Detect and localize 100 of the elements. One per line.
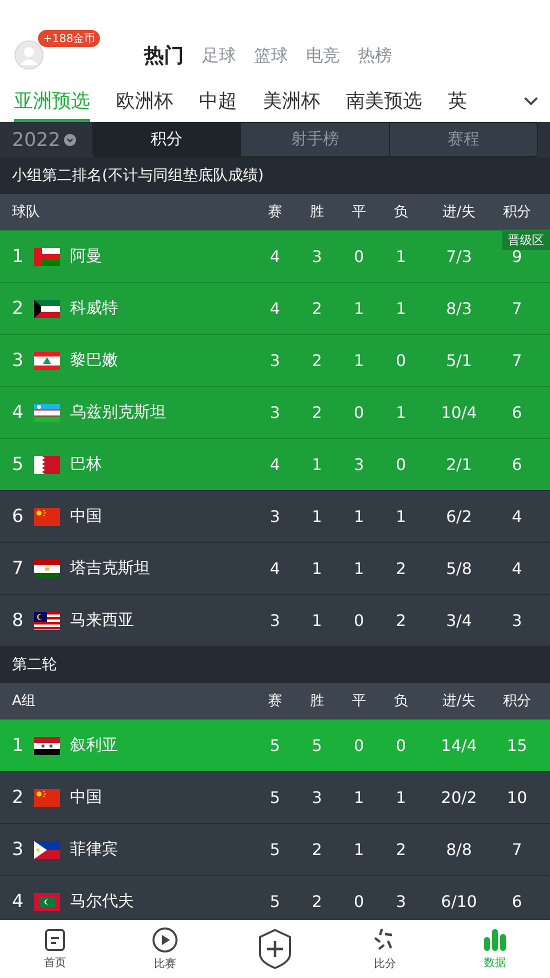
column-header: A组 — [11, 692, 37, 710]
table-cell-text: 0 — [352, 611, 366, 630]
flag-icon — [34, 352, 60, 370]
table-cell-text: 14/4 — [440, 736, 478, 755]
dropdown-icon[interactable] — [64, 134, 76, 146]
season-selector[interactable]: 2022 — [12, 128, 60, 150]
column-header: 进/失 — [442, 203, 476, 221]
table-cell-text: 1 — [310, 507, 324, 526]
league-tab[interactable]: 美洲杯 — [263, 80, 320, 122]
table-cell-text: 3 — [310, 247, 324, 266]
column-header: 积分 — [502, 203, 532, 221]
rank: 1 — [12, 246, 24, 267]
table-cell-text: 0 — [394, 351, 408, 370]
view-tab[interactable]: 积分 — [93, 123, 240, 156]
table-cell-text: 2 — [310, 299, 324, 318]
table-cell-text: 5 — [310, 736, 324, 755]
league-tab[interactable]: 中超 — [199, 80, 237, 122]
table-cell-text: 7 — [510, 299, 524, 318]
table-cell-text: 4 — [268, 247, 282, 266]
qualified-row[interactable]: 1 阿曼 4 3 0 1 7/3 9 晋级区 — [0, 230, 550, 282]
table-cell-text: 0 — [352, 403, 366, 422]
column-header: 负 — [393, 203, 409, 221]
view-tab[interactable]: 赛程 — [388, 123, 537, 156]
flag-icon — [34, 788, 60, 806]
flag-icon — [34, 560, 60, 578]
view-tab[interactable]: 射手榜 — [240, 123, 389, 156]
coins-badge: +188金币 — [38, 30, 100, 47]
category-tab[interactable]: 热门 — [144, 42, 184, 68]
table-cell-text: 1 — [394, 403, 408, 422]
table-cell-text: 3 — [268, 507, 282, 526]
team-row[interactable]: 7 塔吉克斯坦 4 1 1 2 5/8 4 — [0, 542, 550, 594]
chevron-down-icon[interactable] — [524, 96, 538, 106]
play-icon — [152, 927, 178, 953]
table-cell-text: 0 — [394, 736, 408, 755]
table-cell-text: 0 — [352, 892, 366, 911]
qualified-badge: 晋级区 — [502, 231, 550, 250]
table-cell-text: 4 — [268, 559, 282, 578]
nav-tab[interactable]: 比分 — [374, 956, 396, 971]
column-header: 积分 — [502, 692, 532, 710]
table-cell-text: 4 — [268, 455, 282, 474]
flag-icon — [34, 456, 60, 474]
table-cell-text: 4 — [510, 507, 524, 526]
table-cell-text: 0 — [352, 736, 366, 755]
table-cell-text: 1 — [310, 611, 324, 630]
team-name: 马尔代夫 — [70, 891, 134, 912]
flag-icon — [34, 612, 60, 630]
table-cell-text: 10 — [506, 788, 528, 807]
column-header: 平 — [351, 203, 367, 221]
table-cell-text: 3 — [352, 455, 366, 474]
nav-tab[interactable]: 首页 — [44, 955, 66, 970]
table-cell-text: 2 — [310, 892, 324, 911]
league-tab[interactable]: 南美预选 — [346, 80, 422, 122]
column-header: 平 — [351, 692, 367, 710]
table-cell-text: 1 — [352, 351, 366, 370]
table-cell-text: 1 — [394, 247, 408, 266]
league-tab[interactable]: 欧洲杯 — [116, 80, 173, 122]
flag-icon — [34, 248, 60, 266]
table-cell-text: 1 — [352, 559, 366, 578]
table-cell-text: 2 — [310, 403, 324, 422]
table-cell-text: 1 — [352, 507, 366, 526]
table-cell-text: 15 — [506, 736, 528, 755]
column-header: 球队 — [11, 203, 41, 221]
table-cell-text: 3/4 — [445, 611, 473, 630]
team-row[interactable]: 2 中国 5 3 1 1 20/2 10 — [0, 771, 550, 823]
rank: 2 — [12, 298, 24, 319]
table-cell-text: 4 — [268, 299, 282, 318]
league-tab[interactable]: 英 — [448, 80, 467, 122]
rank: 4 — [12, 891, 24, 912]
team-name: 叙利亚 — [70, 735, 118, 756]
team-name: 科威特 — [70, 298, 118, 319]
flag-icon — [34, 840, 60, 858]
team-name: 乌兹别克斯坦 — [70, 402, 166, 423]
table-cell-text: 6/10 — [440, 892, 478, 911]
table-cell-text: 0 — [394, 455, 408, 474]
table-cell-text: 7 — [510, 351, 524, 370]
table-cell-text: 0 — [352, 247, 366, 266]
table-cell-text: 1 — [394, 788, 408, 807]
shield-plus-icon[interactable] — [258, 928, 292, 970]
table-cell-text: 8/8 — [445, 840, 473, 859]
team-row[interactable]: 4 马尔代夫 5 2 0 3 6/10 6 — [0, 875, 550, 920]
column-header: 胜 — [309, 203, 325, 221]
table-cell-text: 5 — [268, 892, 282, 911]
rank: 4 — [12, 402, 24, 423]
team-row[interactable]: 6 中国 3 1 1 1 6/2 4 — [0, 490, 550, 542]
team-row[interactable]: 3 菲律宾 5 2 1 2 8/8 7 — [0, 823, 550, 875]
table-cell-text: 2 — [310, 840, 324, 859]
avatar-icon[interactable] — [14, 40, 44, 70]
table-cell-text: 2/1 — [445, 455, 473, 474]
table-cell-text: 1 — [310, 455, 324, 474]
nav-tab[interactable]: 比赛 — [154, 956, 176, 971]
team-row[interactable]: 8 马来西亚 3 1 0 2 3/4 3 — [0, 594, 550, 646]
team-name: 菲律宾 — [70, 839, 118, 860]
table-cell-text: 5 — [268, 736, 282, 755]
table-cell-text: 2 — [394, 559, 408, 578]
column-header: 负 — [393, 692, 409, 710]
table-cell-text: 5/8 — [445, 559, 473, 578]
table-cell-text: 3 — [310, 788, 324, 807]
flag-icon — [34, 404, 60, 422]
table-cell-text: 1 — [352, 840, 366, 859]
table-cell-text: 9 — [510, 247, 524, 266]
